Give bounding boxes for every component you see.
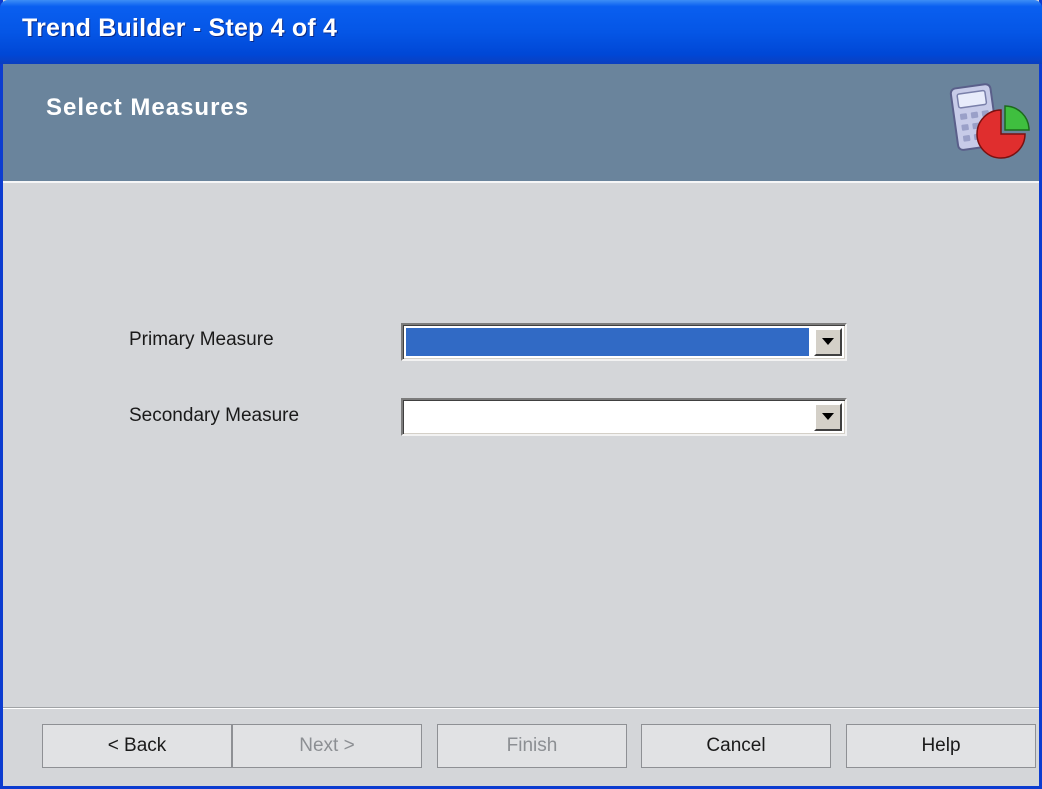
- help-button[interactable]: Help: [846, 724, 1036, 768]
- secondary-measure-value: [406, 403, 809, 431]
- step-title: Select Measures: [46, 94, 250, 121]
- primary-measure-value: [406, 328, 809, 356]
- calculator-pie-chart-icon: [945, 76, 1035, 168]
- cancel-button[interactable]: Cancel: [641, 724, 831, 768]
- wizard-header: Select Measures: [3, 64, 1039, 183]
- secondary-measure-select[interactable]: [401, 398, 847, 436]
- next-button[interactable]: Next >: [232, 724, 422, 768]
- title-bar[interactable]: Trend Builder - Step 4 of 4: [0, 0, 1042, 64]
- primary-measure-select[interactable]: [401, 323, 847, 361]
- footer-divider: [3, 707, 1039, 709]
- primary-measure-dropdown-button[interactable]: [814, 328, 842, 356]
- trend-builder-window: Trend Builder - Step 4 of 4 Select Measu…: [0, 0, 1042, 789]
- chevron-down-icon: [822, 413, 834, 420]
- chevron-down-icon: [822, 338, 834, 345]
- window-title: Trend Builder - Step 4 of 4: [22, 14, 338, 42]
- finish-button[interactable]: Finish: [437, 724, 627, 768]
- primary-measure-label: Primary Measure: [129, 329, 274, 350]
- back-button[interactable]: < Back: [42, 724, 232, 768]
- secondary-measure-label: Secondary Measure: [129, 405, 300, 426]
- secondary-measure-dropdown-button[interactable]: [814, 403, 842, 431]
